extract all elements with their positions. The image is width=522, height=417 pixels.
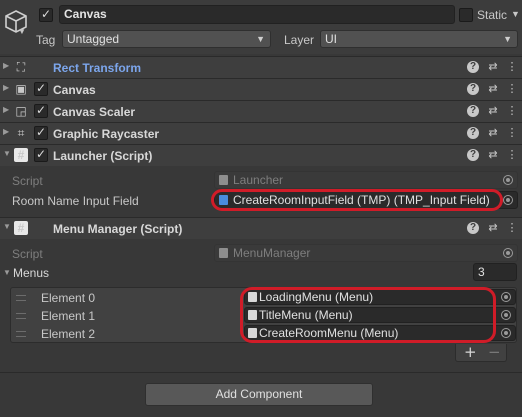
presets-icon[interactable]: ⇄	[487, 83, 499, 95]
help-icon[interactable]: ?	[467, 149, 479, 161]
presets-icon[interactable]: ⇄	[487, 222, 499, 234]
launcher-script-value: Launcher	[233, 173, 284, 187]
room-name-input-label: Room Name Input Field	[12, 194, 139, 208]
foldout-arrow-icon[interactable]: ▶	[3, 83, 9, 92]
component-title: Launcher (Script)	[53, 149, 153, 163]
script-asset-icon	[219, 175, 228, 185]
graphic-raycaster-icon: ⌗	[17, 126, 25, 140]
drag-handle-icon[interactable]	[16, 313, 26, 319]
canvas-icon: ▣	[15, 82, 27, 96]
element-label: Element 2	[41, 327, 96, 341]
more-options-icon[interactable]: ⋮	[506, 105, 518, 117]
layer-value: UI	[325, 32, 337, 46]
chevron-down-icon: ▼	[256, 34, 265, 44]
tag-value: Untagged	[67, 32, 120, 46]
checkmark-icon: ✓	[36, 103, 47, 117]
menus-size-field[interactable]: 3	[473, 263, 517, 281]
component-canvas[interactable]: ▶ ▣ ✓ Canvas ? ⇄ ⋮	[0, 78, 522, 100]
checkmark-icon: ✓	[41, 7, 52, 21]
more-options-icon[interactable]: ⋮	[506, 83, 518, 95]
gameobject-name-field[interactable]: Canvas	[59, 5, 455, 24]
more-options-icon[interactable]: ⋮	[506, 127, 518, 139]
help-icon[interactable]: ?	[467, 127, 479, 139]
inspector-header: ▼ ✓ Canvas Static ▼ Tag Untagged ▼ Layer…	[0, 0, 522, 54]
script-icon: #	[14, 148, 28, 162]
checkmark-icon: ✓	[36, 125, 47, 139]
more-options-icon[interactable]: ⋮	[506, 222, 518, 234]
layer-dropdown[interactable]: UI ▼	[320, 30, 518, 48]
foldout-arrow-icon[interactable]: ▶	[3, 105, 9, 114]
element-label: Element 0	[41, 291, 96, 305]
tag-dropdown[interactable]: Untagged ▼	[62, 30, 271, 48]
help-icon[interactable]: ?	[467, 61, 479, 73]
script-icon: #	[14, 221, 28, 235]
add-element-button[interactable]: +	[464, 344, 477, 360]
help-icon[interactable]: ?	[467, 83, 479, 95]
canvas-scaler-icon: ◲	[15, 104, 27, 118]
component-enabled-checkbox[interactable]: ✓	[34, 81, 48, 96]
component-launcher[interactable]: ▼ # ✓ Launcher (Script) ? ⇄ ⋮	[0, 144, 522, 166]
help-icon[interactable]: ?	[467, 222, 479, 234]
object-picker-icon[interactable]	[501, 292, 511, 302]
menus-label[interactable]: Menus	[13, 266, 49, 280]
component-title: Menu Manager (Script)	[53, 222, 183, 236]
chevron-down-icon: ▼	[503, 34, 512, 44]
rect-transform-icon: ⛶	[16, 60, 26, 74]
checkmark-icon: ✓	[36, 147, 47, 161]
element-label: Element 1	[41, 309, 96, 323]
launcher-script-label: Script	[12, 174, 43, 188]
more-options-icon[interactable]: ⋮	[506, 149, 518, 161]
layer-label: Layer	[284, 33, 315, 47]
foldout-expanded-arrow-icon[interactable]: ▼	[3, 149, 11, 158]
help-icon[interactable]: ?	[467, 105, 479, 117]
component-enabled-checkbox[interactable]: ✓	[34, 103, 48, 118]
highlight-ring	[240, 287, 496, 343]
foldout-expanded-arrow-icon[interactable]: ▼	[3, 222, 11, 231]
component-title: Canvas	[53, 83, 96, 97]
component-rect-transform[interactable]: ▶ ⛶ Rect Transform ? ⇄ ⋮	[0, 56, 522, 78]
drag-handle-icon[interactable]	[16, 295, 26, 301]
static-checkbox[interactable]	[459, 8, 473, 22]
component-menu-manager[interactable]: ▼ # Menu Manager (Script) ? ⇄ ⋮	[0, 217, 522, 239]
menu-manager-script-value: MenuManager	[233, 246, 311, 260]
more-options-icon[interactable]: ⋮	[506, 61, 518, 73]
presets-icon[interactable]: ⇄	[487, 127, 499, 139]
icon-dropdown-arrow-icon[interactable]: ▼	[18, 27, 26, 36]
foldout-arrow-icon[interactable]: ▶	[3, 61, 9, 70]
component-enabled-checkbox[interactable]: ✓	[34, 147, 48, 162]
checkmark-icon: ✓	[36, 81, 47, 95]
menus-foldout-arrow-icon[interactable]: ▼	[3, 268, 11, 277]
remove-element-button[interactable]: −	[488, 344, 501, 360]
component-title: Canvas Scaler	[53, 105, 136, 119]
divider	[0, 372, 522, 373]
menu-manager-script-label: Script	[12, 247, 43, 261]
object-picker-icon	[503, 175, 513, 185]
menu-manager-script-field: MenuManager	[214, 244, 518, 262]
object-picker-icon[interactable]	[503, 195, 513, 205]
component-canvas-scaler[interactable]: ▶ ◲ ✓ Canvas Scaler ? ⇄ ⋮	[0, 100, 522, 122]
highlight-ring	[211, 189, 503, 211]
object-picker-icon[interactable]	[501, 328, 511, 338]
launcher-script-field: Launcher	[214, 171, 518, 189]
presets-icon[interactable]: ⇄	[487, 149, 499, 161]
list-add-remove-controls: + −	[455, 344, 507, 362]
presets-icon[interactable]: ⇄	[487, 61, 499, 73]
static-dropdown-arrow-icon[interactable]: ▼	[511, 9, 520, 19]
component-graphic-raycaster[interactable]: ▶ ⌗ ✓ Graphic Raycaster ? ⇄ ⋮	[0, 122, 522, 144]
presets-icon[interactable]: ⇄	[487, 105, 499, 117]
component-enabled-checkbox[interactable]: ✓	[34, 125, 48, 140]
add-component-button[interactable]: Add Component	[145, 383, 373, 406]
object-picker-icon[interactable]	[501, 310, 511, 320]
drag-handle-icon[interactable]	[16, 331, 26, 337]
object-picker-icon	[503, 248, 513, 258]
tag-label: Tag	[36, 33, 56, 47]
script-asset-icon	[219, 248, 228, 258]
component-title: Graphic Raycaster	[53, 127, 160, 141]
foldout-arrow-icon[interactable]: ▶	[3, 127, 9, 136]
component-title: Rect Transform	[53, 61, 142, 75]
active-toggle[interactable]: ✓	[39, 7, 53, 22]
static-label: Static	[477, 8, 508, 22]
